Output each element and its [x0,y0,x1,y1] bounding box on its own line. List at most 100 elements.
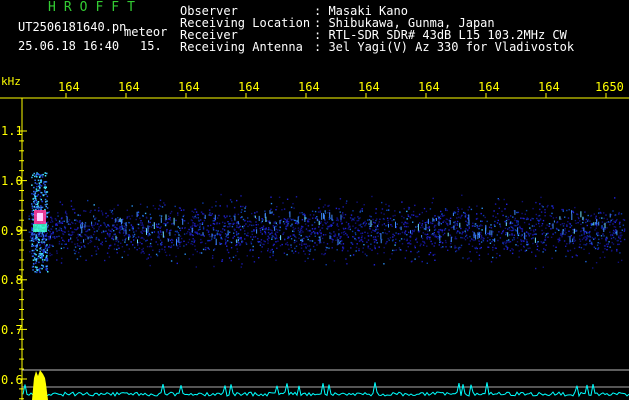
echo-pixel [32,212,35,214]
noise-pixel [192,253,194,256]
noise-pixel [177,232,180,234]
noise-pixel [177,226,179,228]
noise-pixel [526,218,528,221]
noise-pixel [307,218,309,220]
noise-pixel [95,217,97,219]
noise-pixel [570,234,572,237]
noise-pixel [534,229,537,231]
noise-pixel [240,205,242,208]
spectrogram-noise [28,193,626,270]
noise-pixel [252,255,254,258]
noise-pixel [621,234,623,236]
noise-pixel [311,224,314,226]
noise-pixel [321,253,323,255]
noise-pixel [591,237,594,239]
noise-pixel [215,205,217,207]
noise-pixel [355,246,358,249]
noise-pixel [391,225,393,227]
signal-streak [388,223,389,228]
noise-pixel [502,229,505,232]
noise-pixel [49,254,51,257]
signal-streak [280,235,282,241]
noise-pixel [168,232,170,234]
noise-pixel [442,246,444,248]
noise-pixel [405,222,407,225]
noise-pixel [145,240,147,242]
echo-pixel [36,266,38,269]
noise-pixel [70,227,72,229]
noise-pixel [105,226,108,228]
noise-pixel [364,253,366,255]
noise-pixel [193,217,195,219]
noise-pixel [311,228,314,230]
echo-pixel [39,184,41,186]
echo-pixel [41,206,44,209]
noise-pixel [585,218,587,221]
noise-pixel [73,249,75,251]
noise-pixel [598,208,600,210]
noise-pixel [481,207,483,209]
noise-pixel [286,219,288,221]
noise-pixel [100,210,103,212]
noise-pixel [74,252,76,255]
noise-pixel [70,200,72,202]
echo-pixel [33,172,35,175]
noise-pixel [143,252,145,254]
noise-pixel [109,209,111,211]
noise-pixel [148,225,151,228]
noise-pixel [293,207,295,209]
noise-pixel [338,235,340,237]
noise-pixel [56,236,58,238]
noise-pixel [78,245,80,247]
noise-pixel [227,236,229,239]
noise-pixel [345,258,347,260]
noise-pixel [89,241,91,244]
signal-streak [70,237,72,240]
noise-pixel [61,220,64,223]
noise-pixel [159,205,162,207]
noise-pixel [330,236,332,238]
noise-pixel [359,209,362,212]
signal-streak [485,227,486,235]
noise-pixel [242,218,245,221]
echo-pixel [31,207,34,209]
signal-streak [147,225,149,232]
noise-pixel [396,223,398,225]
noise-pixel [547,232,549,235]
noise-pixel [532,234,534,236]
noise-pixel [181,237,183,240]
noise-pixel [421,260,423,263]
noise-pixel [340,243,342,245]
noise-pixel [268,220,270,223]
echo-pixel [45,201,47,203]
noise-pixel [493,224,496,226]
noise-pixel [499,237,502,239]
noise-pixel [488,226,491,228]
noise-pixel [342,246,344,248]
noise-pixel [119,232,121,234]
noise-pixel [352,225,354,227]
noise-pixel [275,235,278,237]
noise-pixel [461,237,463,239]
noise-pixel [311,231,313,234]
noise-pixel [73,231,75,233]
noise-pixel [480,212,482,215]
noise-pixel [158,233,160,235]
echo-pixel [34,237,37,240]
noise-pixel [45,233,47,235]
signal-streak [572,239,574,242]
noise-pixel [381,224,384,226]
noise-pixel [61,222,64,224]
noise-pixel [171,241,173,244]
noise-pixel [160,226,162,228]
noise-pixel [386,217,389,219]
echo-pixel [42,251,45,253]
noise-pixel [328,204,330,207]
noise-pixel [195,231,197,234]
noise-pixel [338,229,340,231]
noise-pixel [585,221,587,224]
noise-pixel [174,205,176,208]
noise-pixel [601,217,603,219]
echo-pixel [35,246,38,248]
noise-pixel [568,242,571,245]
